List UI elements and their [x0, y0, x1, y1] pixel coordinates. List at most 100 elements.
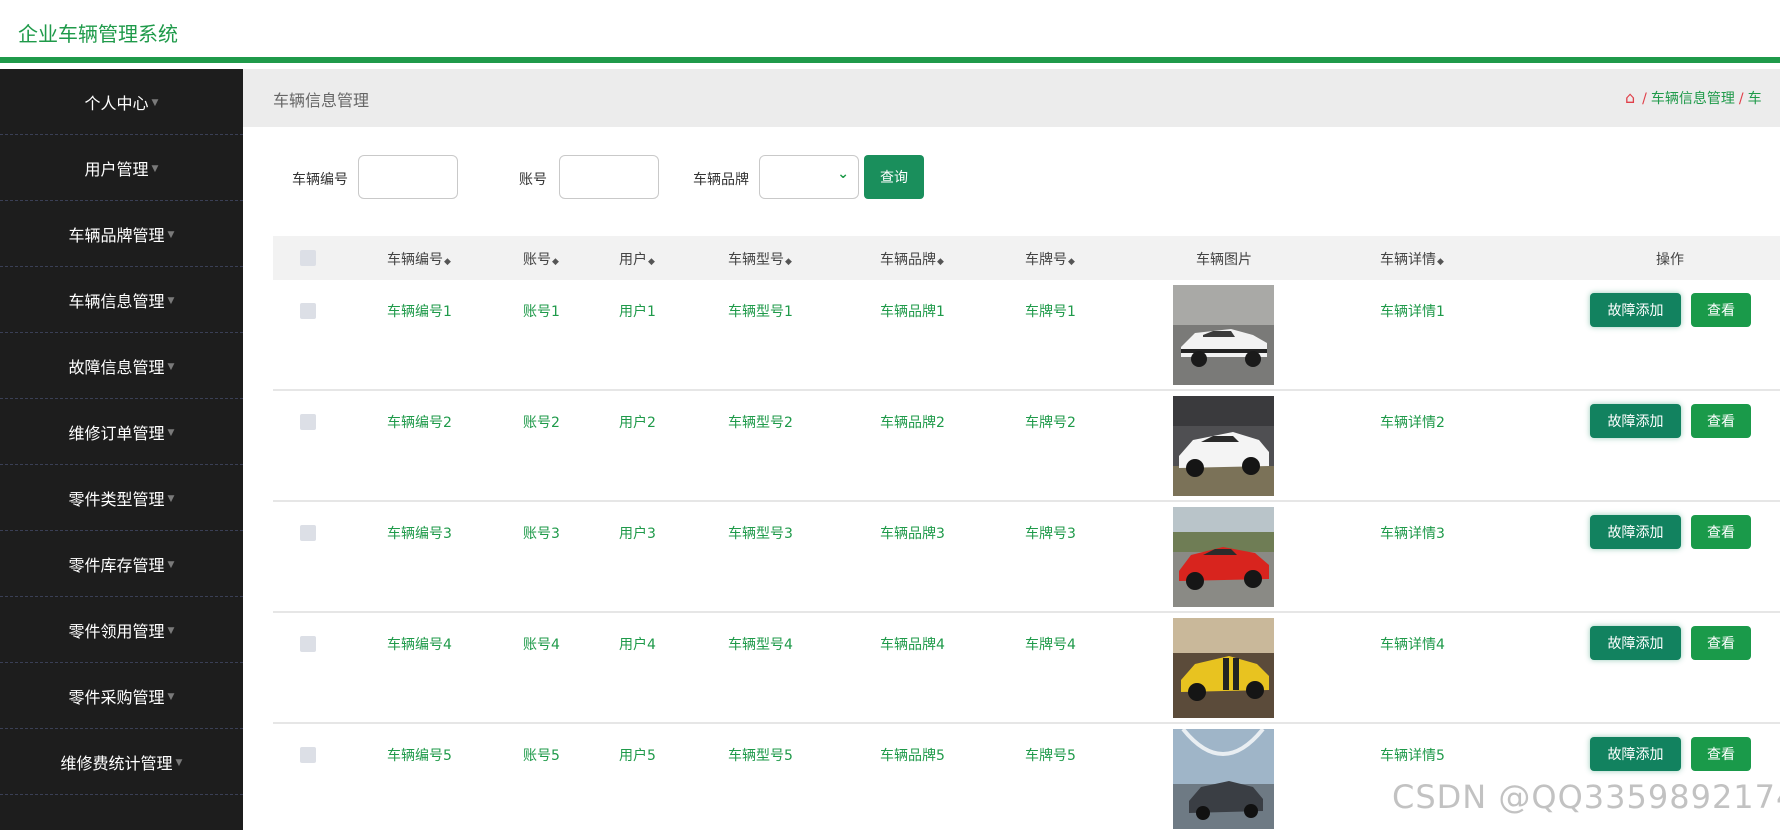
cell-vehicle-no: 车辆编号5 [387, 748, 452, 764]
cell-plate: 车牌号3 [1025, 526, 1076, 542]
caret-down-icon: ▼ [151, 163, 159, 174]
breadcrumb-item-current: 车 [1747, 91, 1762, 107]
add-fault-button[interactable]: 故障添加 [1590, 404, 1681, 438]
column-header-detail[interactable]: 车辆详情◆ [1380, 249, 1444, 269]
cell-vehicle-no: 车辆编号3 [387, 526, 452, 542]
sidebar-item-vehicle-info[interactable]: 车辆信息管理 ▼ [0, 267, 243, 333]
column-header-brand[interactable]: 车辆品牌◆ [880, 249, 944, 269]
cell-vehicle-no: 车辆编号1 [387, 304, 452, 320]
sidebar-item-fault-info[interactable]: 故障信息管理 ▼ [0, 333, 243, 399]
column-header-image: 车辆图片 [1196, 252, 1252, 268]
sort-icon: ◆ [937, 257, 944, 267]
account-input[interactable] [559, 155, 659, 199]
sidebar-item-label: 维修费统计管理 [60, 753, 173, 773]
home-icon[interactable]: ⌂ [1625, 88, 1635, 107]
vehicle-image[interactable] [1173, 618, 1274, 718]
cell-vehicle-no: 车辆编号4 [387, 637, 452, 653]
sidebar-item-label: 故障信息管理 [68, 357, 165, 377]
cell-user: 用户5 [619, 748, 656, 764]
table-row: 车辆编号2 账号2 用户2 车辆型号2 车辆品牌2 车牌号2 车辆详情2 故障添… [273, 391, 1780, 502]
sidebar-item-repair-cost-stats[interactable]: 维修费统计管理 ▼ [0, 729, 243, 795]
view-button[interactable]: 查看 [1691, 515, 1751, 549]
sidebar-item-part-types[interactable]: 零件类型管理 ▼ [0, 465, 243, 531]
column-header-label: 车辆品牌 [880, 252, 936, 268]
caret-down-icon: ▼ [167, 691, 175, 702]
sidebar-item-label: 零件采购管理 [68, 687, 165, 707]
column-header-label: 用户 [619, 252, 647, 268]
cell-plate: 车牌号5 [1025, 748, 1076, 764]
row-checkbox[interactable] [300, 636, 316, 652]
caret-down-icon: ▼ [167, 493, 175, 504]
sidebar-item-part-purchase[interactable]: 零件采购管理 ▼ [0, 663, 243, 729]
brand-select[interactable]: ⌄ [759, 155, 859, 199]
sidebar: 个人中心 ▼ 用户管理 ▼ 车辆品牌管理 ▼ 车辆信息管理 ▼ 故障信息管理 ▼ 维修订单… [0, 69, 243, 830]
cell-brand: 车辆品牌1 [880, 304, 945, 320]
vehicle-image[interactable] [1173, 729, 1274, 829]
column-header-user[interactable]: 用户◆ [619, 249, 655, 269]
breadcrumb-item-vehicle-info[interactable]: 车辆信息管理 [1651, 91, 1735, 107]
sidebar-item-part-stock[interactable]: 零件库存管理 ▼ [0, 531, 243, 597]
vehicle-image[interactable] [1173, 396, 1274, 496]
sidebar-item-label: 车辆信息管理 [68, 291, 165, 311]
cell-detail: 车辆详情4 [1380, 637, 1445, 653]
view-button[interactable]: 查看 [1691, 737, 1751, 771]
caret-down-icon: ▼ [151, 97, 159, 108]
cell-brand: 车辆品牌5 [880, 748, 945, 764]
table-row: 车辆编号1 账号1 用户1 车辆型号1 车辆品牌1 车牌号1 车辆详情1 故障添… [273, 280, 1780, 391]
sidebar-item-users[interactable]: 用户管理 ▼ [0, 135, 243, 201]
view-button[interactable]: 查看 [1691, 404, 1751, 438]
sort-icon: ◆ [785, 257, 792, 267]
column-header-model[interactable]: 车辆型号◆ [728, 249, 792, 269]
cell-user: 用户2 [619, 415, 656, 431]
row-checkbox[interactable] [300, 525, 316, 541]
chevron-down-icon: ⌄ [837, 166, 849, 182]
vehicle-image[interactable] [1173, 507, 1274, 607]
cell-model: 车辆型号2 [728, 415, 793, 431]
sidebar-item-part-requisition[interactable]: 零件领用管理 ▼ [0, 597, 243, 663]
cell-account: 账号2 [523, 415, 560, 431]
sidebar-item-label: 个人中心 [84, 93, 149, 113]
column-header-account[interactable]: 账号◆ [523, 249, 559, 269]
column-header-vehicle-no[interactable]: 车辆编号◆ [387, 249, 451, 269]
row-checkbox[interactable] [300, 303, 316, 319]
cell-user: 用户3 [619, 526, 656, 542]
sidebar-item-personal-center[interactable]: 个人中心 ▼ [0, 69, 243, 135]
vehicle-no-input[interactable] [358, 155, 458, 199]
cell-model: 车辆型号3 [728, 526, 793, 542]
cell-model: 车辆型号1 [728, 304, 793, 320]
sidebar-item-label: 车辆品牌管理 [68, 225, 165, 245]
caret-down-icon: ▼ [167, 361, 175, 372]
view-button[interactable]: 查看 [1691, 293, 1751, 327]
table-row: 车辆编号4 账号4 用户4 车辆型号4 车辆品牌4 车牌号4 车辆详情4 故障添… [273, 613, 1780, 724]
view-button[interactable]: 查看 [1691, 626, 1751, 660]
vehicle-image[interactable] [1173, 285, 1274, 385]
breadcrumb-separator: / [1642, 91, 1647, 107]
page-header: 车辆信息管理 ⌂ / 车辆信息管理 / 车 [243, 69, 1780, 127]
vehicle-table: 车辆编号◆ 账号◆ 用户◆ 车辆型号◆ 车辆品牌◆ 车牌号◆ 车辆图片 车辆详情… [273, 236, 1780, 830]
cell-detail: 车辆详情1 [1380, 304, 1445, 320]
add-fault-button[interactable]: 故障添加 [1590, 737, 1681, 771]
add-fault-button[interactable]: 故障添加 [1590, 515, 1681, 549]
cell-detail: 车辆详情2 [1380, 415, 1445, 431]
query-button[interactable]: 查询 [864, 155, 924, 199]
main-content: 车辆信息管理 ⌂ / 车辆信息管理 / 车 车辆编号 账号 车辆品牌 ⌄ 查询 车辆编号… [243, 69, 1780, 830]
sidebar-item-label: 零件库存管理 [68, 555, 165, 575]
cell-account: 账号4 [523, 637, 560, 653]
sort-icon: ◆ [552, 257, 559, 267]
watermark: CSDN @QQ3359892174 [1392, 778, 1780, 816]
cell-brand: 车辆品牌4 [880, 637, 945, 653]
add-fault-button[interactable]: 故障添加 [1590, 293, 1681, 327]
row-checkbox[interactable] [300, 747, 316, 763]
breadcrumb-separator: / [1738, 91, 1744, 107]
page-title: 车辆信息管理 [273, 91, 370, 110]
column-header-plate[interactable]: 车牌号◆ [1025, 249, 1075, 269]
select-all-checkbox[interactable] [300, 250, 316, 266]
add-fault-button[interactable]: 故障添加 [1590, 626, 1681, 660]
vehicle-no-label: 车辆编号 [292, 172, 348, 188]
cell-model: 车辆型号4 [728, 637, 793, 653]
column-header-label: 车牌号 [1025, 252, 1067, 268]
sidebar-item-vehicle-brands[interactable]: 车辆品牌管理 ▼ [0, 201, 243, 267]
sidebar-item-repair-orders[interactable]: 维修订单管理 ▼ [0, 399, 243, 465]
row-checkbox[interactable] [300, 414, 316, 430]
sort-icon: ◆ [648, 257, 655, 267]
